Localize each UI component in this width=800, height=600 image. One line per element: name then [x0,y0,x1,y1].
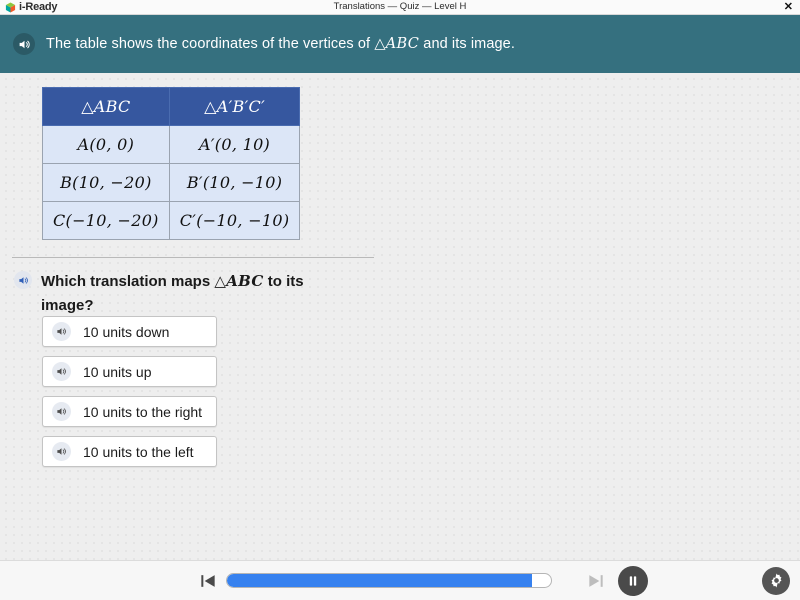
table-cell: B(10, −20) [42,163,170,202]
table-row: B(10, −20) B′(10, −10) [42,163,301,202]
speaker-icon[interactable] [14,271,32,289]
speaker-glyph [57,328,66,335]
player-toolbar [0,560,800,600]
speaker-icon[interactable] [52,442,71,461]
progress-bar[interactable] [226,573,552,588]
answer-option-1[interactable]: 10 units up [42,356,218,387]
skip-back-icon[interactable] [198,571,218,591]
gear-glyph [771,573,781,588]
pause-icon[interactable] [618,565,648,596]
pause-glyph [629,575,637,586]
instruction-text-before: The table shows the coordinates of the v… [46,36,375,52]
speaker-glyph [57,368,66,375]
window-title: Translations — Quiz — Level H [333,1,467,13]
title-bar: i-Ready Translations — Quiz — Level H ✕ [0,0,800,15]
speaker-icon[interactable] [52,322,71,341]
answer-option-3[interactable]: 10 units to the left [42,436,218,467]
answer-option-label: 10 units up [83,363,152,380]
skip-forward-icon[interactable] [586,571,606,591]
instruction-text: The table shows the coordinates of the v… [46,36,515,52]
progress-bar-fill [227,574,532,587]
question-block: Which translation maps △ABC to its image… [14,269,374,318]
question-text: Which translation maps △ABC to its image… [41,269,331,318]
speaker-icon[interactable] [52,402,71,421]
answer-option-0[interactable]: 10 units down [42,316,218,347]
table-cell: C′(−10, −10) [168,201,301,240]
table-row: C(−10, −20) C′(−10, −10) [42,201,301,240]
gear-icon[interactable] [762,566,790,595]
table-cell: A′(0, 10) [168,125,301,164]
speaker-glyph [19,40,30,48]
answer-option-2[interactable]: 10 units to the right [42,396,218,427]
table-header-row: △ABC △A′B′C′ [42,87,301,126]
answer-option-label: 10 units to the right [83,403,203,420]
instruction-text-after: and its image. [419,36,515,52]
speaker-glyph [57,408,66,415]
section-divider [12,257,374,258]
coordinates-table: △ABC △A′B′C′ A(0, 0) A′(0, 10) B(10, −20… [42,87,301,240]
speaker-icon[interactable] [52,362,71,381]
table-cell: C(−10, −20) [42,201,170,240]
content-canvas: △ABC △A′B′C′ A(0, 0) A′(0, 10) B(10, −20… [0,73,800,560]
close-icon[interactable]: ✕ [784,1,793,13]
skip-forward-glyph [589,574,603,587]
table-header-cell: △A′B′C′ [168,87,301,126]
table-header-cell: △ABC [42,87,170,126]
question-text-before: Which translation maps [41,273,215,290]
table-cell: B′(10, −10) [168,163,301,202]
speaker-glyph [57,448,66,455]
speaker-icon[interactable] [13,33,35,55]
table-row: A(0, 0) A′(0, 10) [42,125,301,164]
answer-option-label: 10 units down [83,323,170,340]
answer-options: 10 units down 10 units up 10 units to th… [42,316,218,467]
skip-back-glyph [201,574,215,587]
instruction-banner: The table shows the coordinates of the v… [0,15,800,73]
answer-option-label: 10 units to the left [83,443,194,460]
table-cell: A(0, 0) [42,125,170,164]
speaker-glyph [18,276,28,284]
question-math: △ABC [214,272,264,290]
instruction-math: △ABC [374,36,420,52]
